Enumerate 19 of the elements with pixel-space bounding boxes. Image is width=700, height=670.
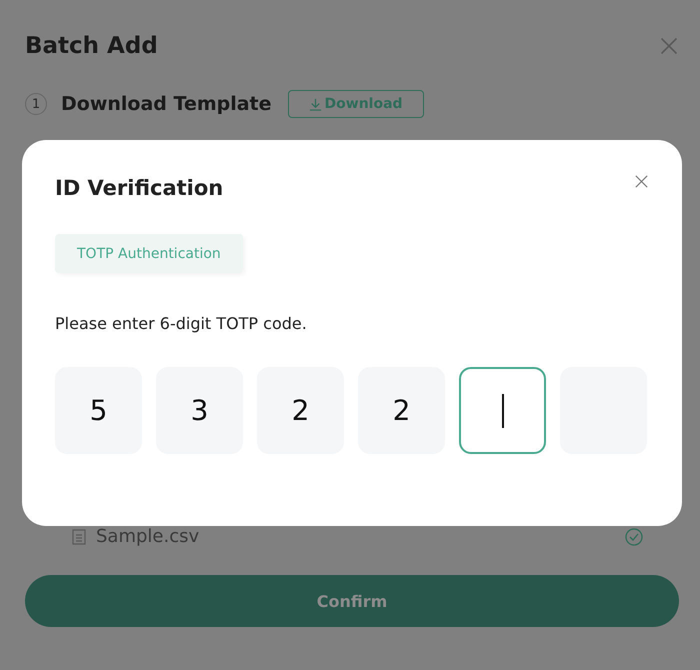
check-circle-icon	[625, 528, 643, 546]
text-cursor	[502, 394, 504, 428]
modal-title: ID Verification	[55, 176, 224, 200]
close-button[interactable]	[634, 174, 649, 189]
close-button[interactable]	[659, 36, 679, 56]
close-icon	[659, 36, 679, 56]
file-name: Sample.csv	[96, 526, 200, 547]
code-digit-field[interactable]	[459, 367, 546, 454]
step-number: 1	[25, 93, 47, 115]
code-digit-field[interactable]: 5	[55, 367, 142, 454]
code-digit-field[interactable]: 3	[156, 367, 243, 454]
close-icon	[634, 174, 649, 189]
code-digit-field[interactable]: 2	[358, 367, 445, 454]
dialog-title: Batch Add	[25, 33, 158, 59]
download-icon	[308, 98, 322, 110]
prompt-text: Please enter 6-digit TOTP code.	[55, 314, 308, 333]
step-title: Download Template	[61, 93, 272, 115]
file-icon	[72, 528, 86, 544]
code-digit-field[interactable]: 2	[257, 367, 344, 454]
